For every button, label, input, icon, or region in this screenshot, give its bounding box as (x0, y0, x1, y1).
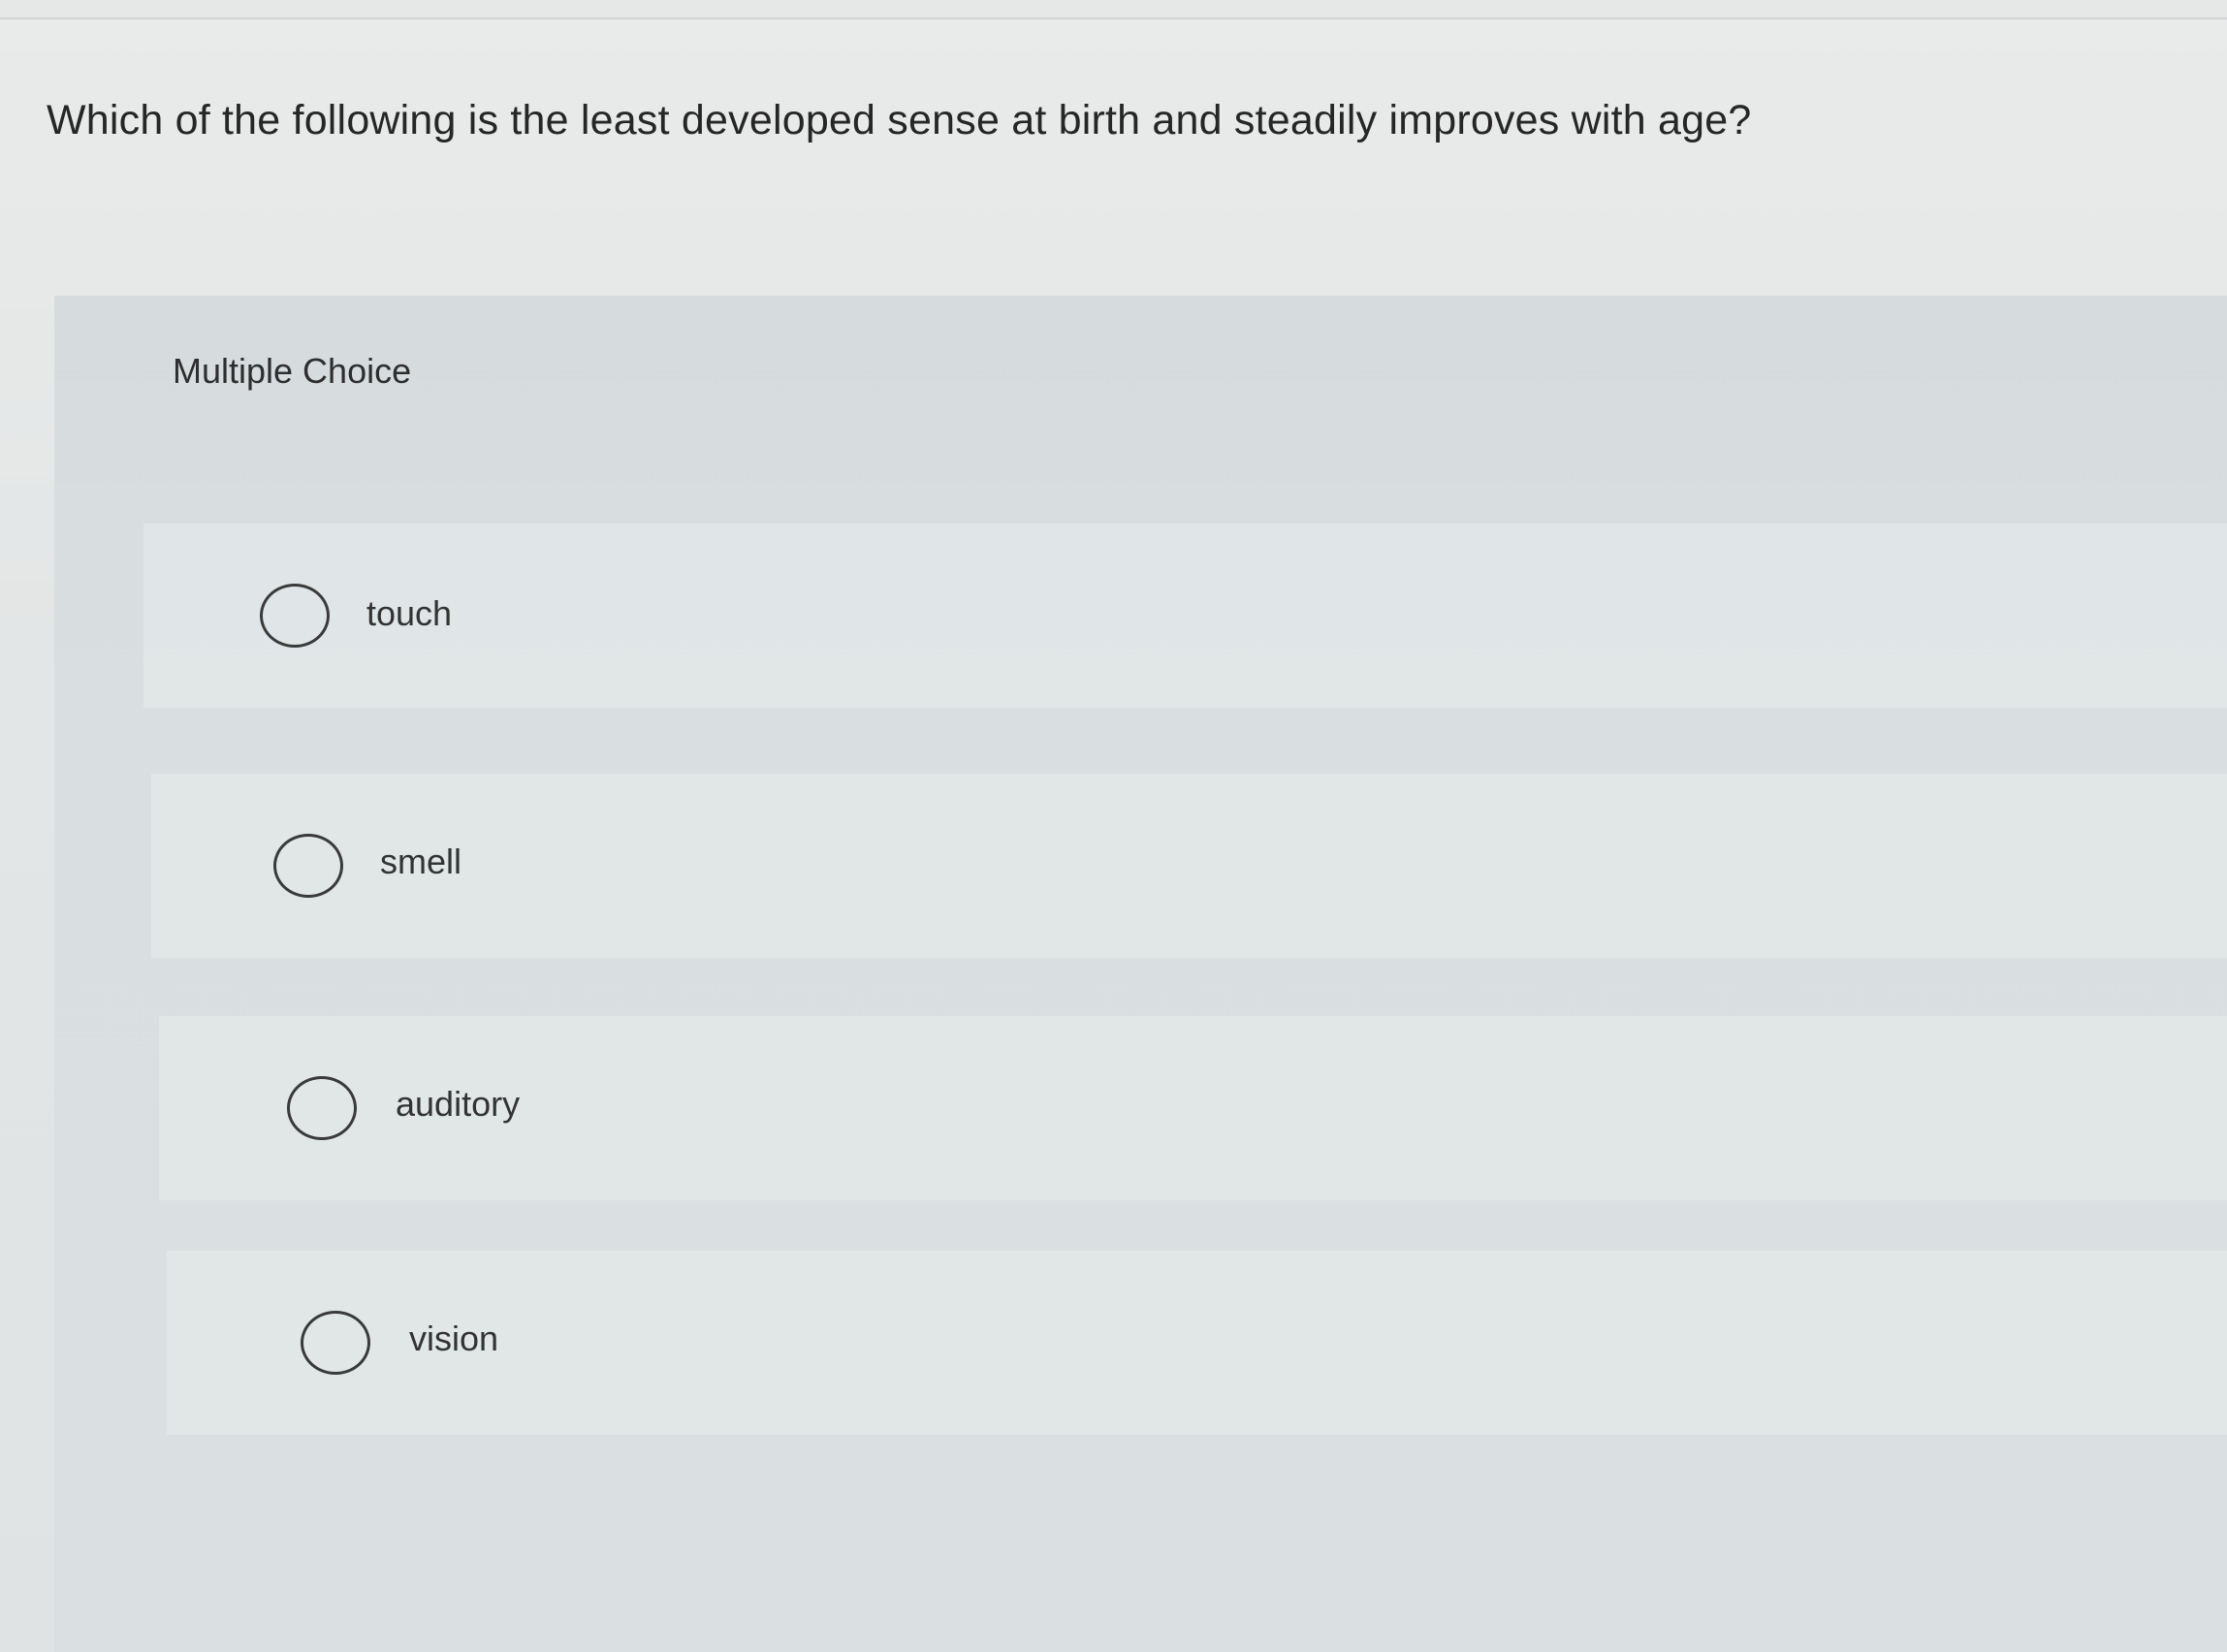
radio-button-icon[interactable] (287, 1076, 357, 1140)
question-text: Which of the following is the least deve… (47, 97, 1752, 143)
option-label: auditory (396, 1084, 521, 1124)
radio-button-icon[interactable] (260, 584, 330, 648)
option-auditory[interactable]: auditory (159, 1016, 2227, 1200)
option-label: touch (366, 593, 453, 633)
radio-button-icon[interactable] (301, 1311, 370, 1375)
question-type-label: Multiple Choice (173, 351, 412, 391)
top-divider (0, 0, 2227, 19)
option-smell[interactable]: smell (151, 774, 2227, 958)
option-vision[interactable]: vision (167, 1251, 2227, 1435)
multiple-choice-panel: Multiple Choice touch smell auditory vis… (54, 296, 2227, 1652)
option-label: vision (409, 1318, 499, 1358)
radio-button-icon[interactable] (273, 834, 343, 898)
option-label: smell (380, 842, 462, 881)
option-touch[interactable]: touch (143, 524, 2227, 708)
